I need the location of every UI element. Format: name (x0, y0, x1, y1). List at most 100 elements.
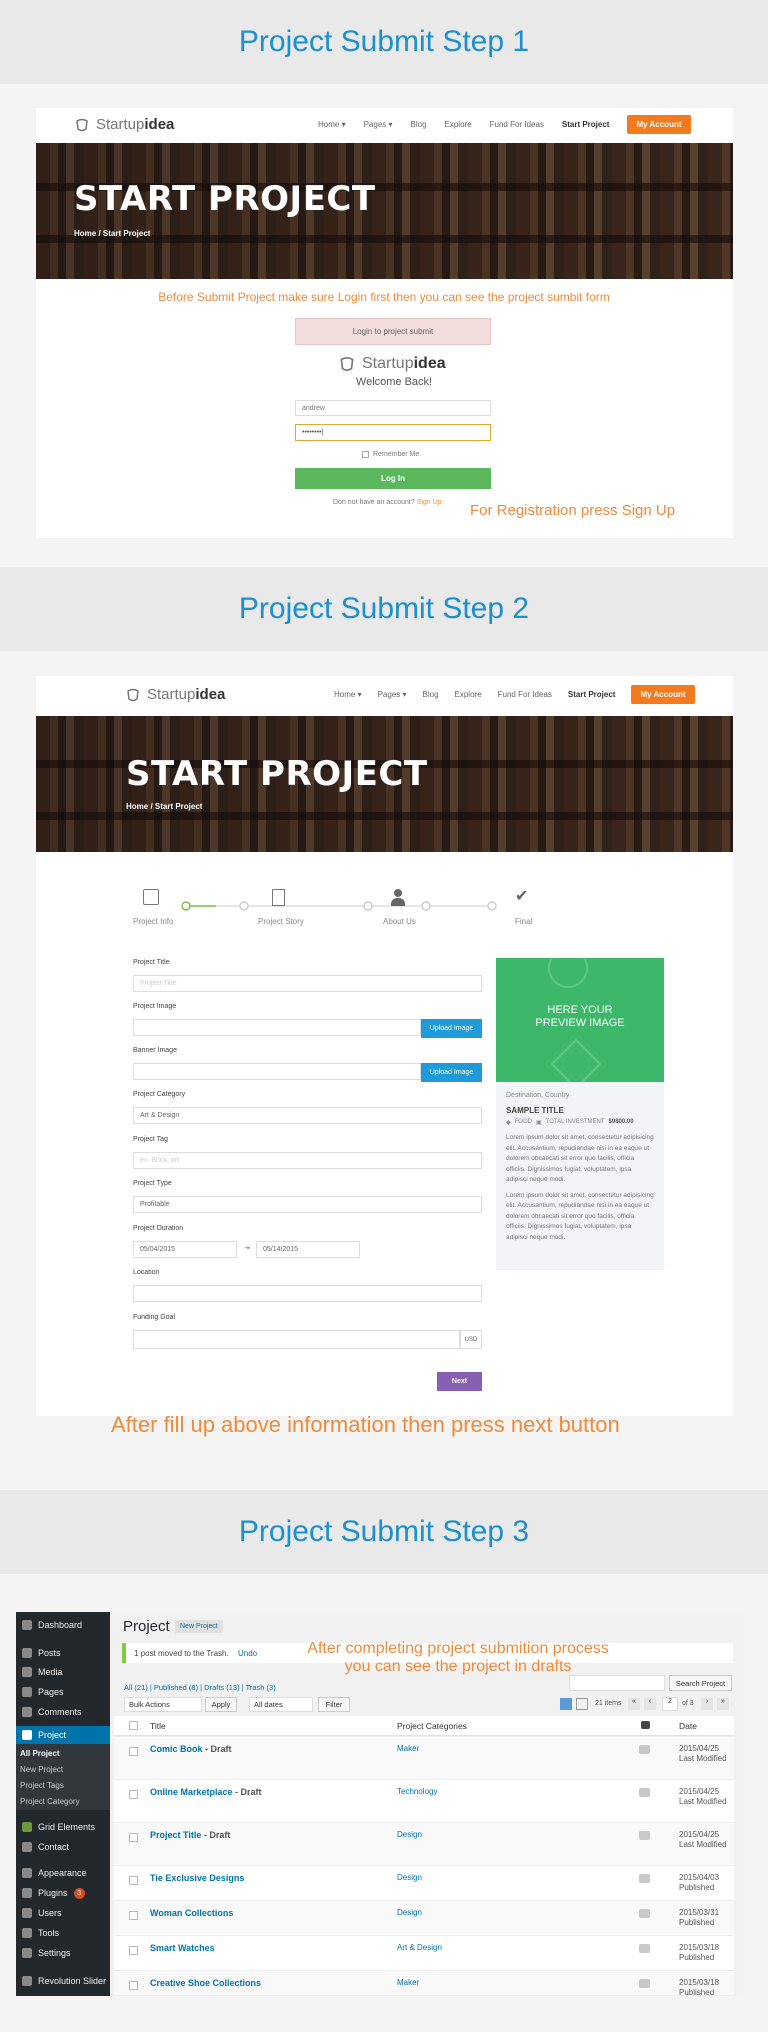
comment-count-icon[interactable] (639, 1979, 650, 1988)
row-checkbox[interactable] (129, 1790, 138, 1799)
row-category[interactable]: Design (397, 1830, 422, 1839)
status-filters[interactable]: All (21) | Published (8) | Drafts (13) |… (124, 1683, 276, 1692)
comment-count-icon[interactable] (639, 1909, 650, 1918)
nav-fund[interactable]: Fund For Ideas (498, 690, 552, 699)
nav-home[interactable]: Home ▾ (334, 690, 362, 699)
my-account-button[interactable]: My Account (631, 684, 695, 704)
menu-media[interactable]: Media (16, 1663, 110, 1681)
table-row[interactable]: Project Title - Draft Design 2015/04/25 La… (114, 1823, 734, 1866)
row-category[interactable]: Maker (397, 1744, 419, 1753)
menu-comments[interactable]: Comments (16, 1703, 110, 1721)
first-page-button[interactable]: « (628, 1698, 640, 1710)
row-category[interactable]: Art & Design (397, 1943, 442, 1952)
row-checkbox[interactable] (129, 1981, 138, 1990)
site-logo[interactable]: Startup idea (125, 686, 225, 703)
nav-blog[interactable]: Blog (411, 120, 427, 129)
step-label-info[interactable]: Project Info (133, 917, 173, 926)
edit-icon[interactable] (143, 889, 159, 905)
row-title-link[interactable]: Online Marketplace (150, 1787, 233, 1797)
step-label-about[interactable]: About Us (383, 917, 416, 926)
last-page-button[interactable]: » (717, 1698, 729, 1710)
tag-input[interactable]: ex. Brick, art (133, 1152, 482, 1169)
menu-pages[interactable]: Pages (16, 1683, 110, 1701)
row-checkbox[interactable] (129, 1747, 138, 1756)
breadcrumb[interactable]: Home / Start Project (126, 802, 202, 811)
search-project-button[interactable]: Search Project (669, 1675, 732, 1691)
table-row[interactable]: Online Marketplace - Draft Technology 2015… (114, 1780, 734, 1823)
submenu-project-tags[interactable]: Project Tags (20, 1781, 64, 1790)
submenu-project-category[interactable]: Project Category (20, 1797, 80, 1806)
password-input[interactable]: ••••••••| (295, 424, 491, 441)
row-title-link[interactable]: Project Title (150, 1830, 201, 1840)
page-input[interactable]: 2 (662, 1697, 678, 1711)
menu-contact[interactable]: Contact (16, 1838, 110, 1856)
type-select[interactable]: Profitable (133, 1196, 482, 1213)
banner-image-input[interactable] (133, 1063, 421, 1080)
nav-home[interactable]: Home ▾ (318, 120, 346, 129)
row-checkbox[interactable] (129, 1833, 138, 1842)
comment-count-icon[interactable] (639, 1944, 650, 1953)
menu-settings[interactable]: Settings (16, 1944, 110, 1962)
row-title[interactable]: Woman Collections (150, 1908, 233, 1918)
row-title[interactable]: Comic Book - Draft (150, 1744, 232, 1754)
row-title-link[interactable]: Tie Exclusive Designs (150, 1873, 244, 1883)
filter-button[interactable]: Filter (318, 1697, 350, 1712)
col-date[interactable]: Date (679, 1721, 697, 1731)
comment-count-icon[interactable] (639, 1788, 650, 1797)
date-to-input[interactable]: 05/14/2015 (256, 1241, 360, 1258)
menu-posts[interactable]: Posts (16, 1644, 110, 1662)
next-button[interactable]: Next (437, 1372, 482, 1391)
row-checkbox[interactable] (129, 1946, 138, 1955)
comment-count-icon[interactable] (639, 1831, 650, 1840)
submenu-all-project[interactable]: All Project (20, 1749, 60, 1758)
project-image-input[interactable] (133, 1019, 421, 1036)
project-title-input[interactable]: Project Title (133, 975, 482, 992)
undo-link[interactable]: Undo (238, 1649, 257, 1658)
comment-count-icon[interactable] (639, 1745, 650, 1754)
upload-image-button[interactable]: Upload Image (421, 1019, 482, 1038)
col-title[interactable]: Title (150, 1721, 166, 1731)
row-title[interactable]: Online Marketplace - Draft (150, 1787, 262, 1797)
funding-goal-input[interactable] (133, 1330, 460, 1349)
login-button[interactable]: Log In (295, 468, 491, 489)
location-input[interactable] (133, 1285, 482, 1302)
nav-fund[interactable]: Fund For Ideas (490, 120, 544, 129)
table-row[interactable]: Woman Collections Design 2015/03/31 Publis… (114, 1901, 734, 1936)
menu-dashboard[interactable]: Dashboard (16, 1616, 110, 1634)
nav-blog[interactable]: Blog (423, 690, 439, 699)
menu-plugins[interactable]: Plugins 3 (16, 1884, 110, 1902)
nav-pages[interactable]: Pages ▾ (364, 120, 393, 129)
select-all-checkbox[interactable] (129, 1721, 138, 1730)
comment-count-icon[interactable] (639, 1874, 650, 1883)
user-icon[interactable] (391, 889, 405, 906)
table-row[interactable]: Smart Watches Art & Design 2015/03/18 Publ… (114, 1936, 734, 1971)
remember-me[interactable]: Remember Me (362, 451, 419, 458)
row-title[interactable]: Smart Watches (150, 1943, 215, 1953)
excerpt-view-icon[interactable] (576, 1698, 588, 1710)
row-checkbox[interactable] (129, 1876, 138, 1885)
row-title[interactable]: Creative Shoe Collections (150, 1978, 261, 1988)
date-from-input[interactable]: 05/04/2015 (133, 1241, 237, 1258)
table-row[interactable]: Creative Shoe Collections Maker 2015/03/18… (114, 1971, 734, 1996)
submenu-new-project[interactable]: New Project (20, 1765, 63, 1774)
remember-checkbox[interactable] (362, 451, 369, 458)
site-logo[interactable]: Startup idea (74, 116, 174, 133)
row-title-link[interactable]: Comic Book (150, 1744, 203, 1754)
new-project-button[interactable]: New Project (175, 1620, 223, 1633)
menu-grid-elements[interactable]: Grid Elements (16, 1818, 110, 1836)
bulk-actions-select[interactable]: Bulk Actions (124, 1697, 202, 1712)
nav-explore[interactable]: Explore (455, 690, 482, 699)
upload-banner-button[interactable]: Upload Image (421, 1063, 482, 1082)
row-checkbox[interactable] (129, 1911, 138, 1920)
row-category[interactable]: Design (397, 1908, 422, 1917)
row-category[interactable]: Maker (397, 1978, 419, 1987)
row-title[interactable]: Tie Exclusive Designs (150, 1873, 244, 1883)
menu-users[interactable]: Users (16, 1904, 110, 1922)
category-select[interactable]: Art & Design (133, 1107, 482, 1124)
menu-tools[interactable]: Tools (16, 1924, 110, 1942)
nav-start-project[interactable]: Start Project (562, 120, 610, 129)
step-label-story[interactable]: Project Story (258, 917, 304, 926)
next-page-button[interactable]: › (701, 1698, 713, 1710)
signup-link[interactable]: Sign Up (417, 499, 442, 506)
step-label-final[interactable]: Final (515, 917, 532, 926)
